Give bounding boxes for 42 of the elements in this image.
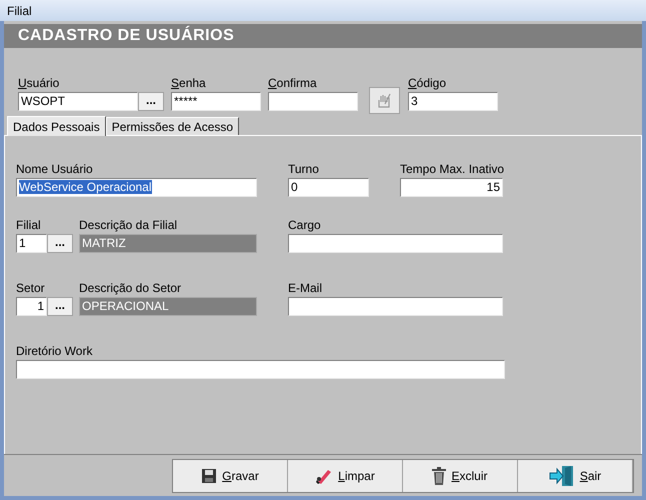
exit-door-icon (548, 464, 575, 486)
input-field[interactable] (268, 92, 358, 111)
window-title: Filial (7, 2, 32, 20)
field-label: Setor (16, 281, 46, 295)
field-label: E-Mail (288, 281, 324, 295)
hand-pen-icon (376, 92, 394, 110)
input-field[interactable]: 1 (16, 297, 47, 316)
input-field[interactable] (288, 297, 503, 316)
lookup-button[interactable]: ... (138, 92, 164, 111)
field-label: Usuário (18, 76, 60, 90)
input-field[interactable]: WSOPT (18, 92, 138, 111)
field-label: Tempo Max. Inativo (400, 162, 503, 176)
input-field[interactable]: 3 (408, 92, 498, 111)
description-field: MATRIZ (79, 234, 257, 253)
field-label: Senha (171, 76, 207, 90)
input-field[interactable] (16, 360, 505, 379)
tab[interactable]: Permissões de Acesso (106, 117, 240, 135)
toolbar-button[interactable]: Excluir (403, 460, 518, 492)
header-title: CADASTRO DE USUÁRIOS (18, 24, 234, 46)
input-field[interactable]: WebService Operacional (16, 178, 257, 197)
field-label: Filial (16, 218, 42, 232)
lookup-button[interactable]: ... (47, 234, 73, 253)
input-field[interactable]: ***** (171, 92, 261, 111)
tab[interactable]: Dados Pessoais (7, 116, 106, 136)
field-label: Cargo (288, 218, 322, 232)
field-label: Confirma (268, 76, 318, 90)
input-field[interactable]: 1 (16, 234, 47, 253)
trash-can-icon (432, 466, 446, 484)
input-field[interactable] (288, 234, 503, 253)
field-label: Turno (288, 162, 320, 176)
toolbar-button[interactable]: Sair (518, 460, 633, 492)
field-label: Código (408, 76, 448, 90)
toolbar-button[interactable]: Gravar (173, 460, 288, 492)
toolbar-button[interactable]: Limpar (288, 460, 403, 492)
field-label: Descrição da Filial (79, 218, 178, 232)
description-field: OPERACIONAL (79, 297, 257, 316)
input-field[interactable]: 15 (400, 178, 503, 197)
field-label: Nome Usuário (16, 162, 94, 176)
field-label: Descrição do Setor (79, 281, 182, 295)
field-label: Diretório Work (16, 344, 94, 358)
lookup-button[interactable]: ... (47, 297, 73, 316)
input-field[interactable]: 0 (288, 178, 369, 197)
